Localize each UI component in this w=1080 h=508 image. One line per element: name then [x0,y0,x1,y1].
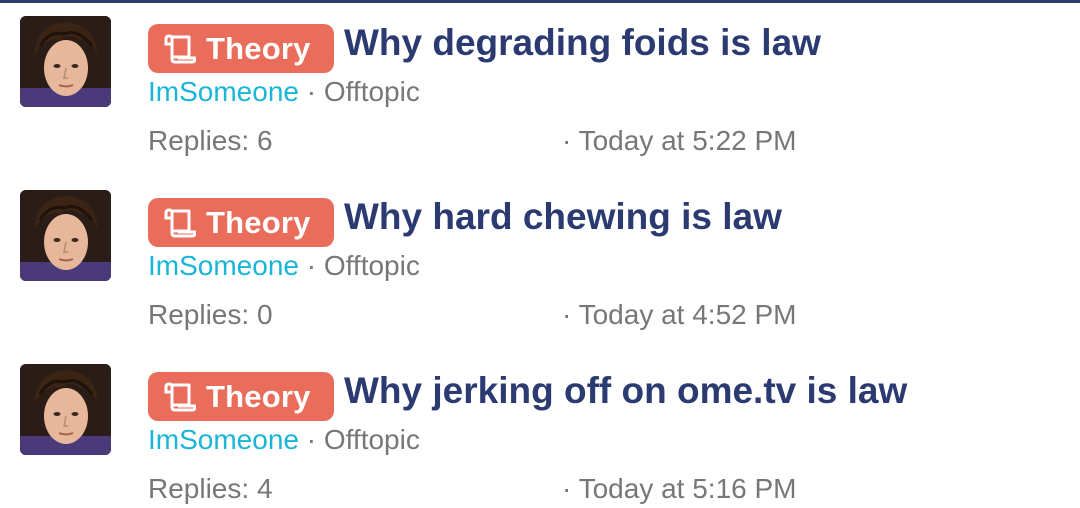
author-link[interactable]: ImSomeone [148,250,299,281]
meta-separator: · [306,76,324,107]
prefix-badge[interactable]: Theory [148,24,334,73]
replies-count: Replies: 4 [148,473,273,504]
prefix-badge[interactable]: Theory [148,198,334,247]
thread-item[interactable]: Theory Why degrading foids is law ImSome… [0,0,1080,170]
scroll-icon [162,381,197,413]
avatar[interactable] [20,190,111,281]
prefix-badge[interactable]: Theory [148,372,334,421]
thread-meta: ImSomeone · Offtopic [148,424,420,456]
thread-title-link[interactable]: Why degrading foids is law [344,22,821,64]
prefix-label: Theory [206,30,311,66]
thread-title-link[interactable]: Why jerking off on ome.tv is law [344,370,907,412]
thread-title-link[interactable]: Why hard chewing is law [344,196,782,238]
scroll-icon [162,33,197,65]
avatar[interactable] [20,16,111,107]
avatar[interactable] [20,364,111,455]
thread-item[interactable]: Theory Why hard chewing is law ImSomeone… [0,174,1080,344]
forum-link[interactable]: Offtopic [324,424,420,455]
thread-date[interactable]: · Today at 5:22 PM [562,125,797,157]
thread-date[interactable]: · Today at 5:16 PM [562,473,797,505]
thread-item[interactable]: Theory Why jerking off on ome.tv is law … [0,348,1080,508]
prefix-label: Theory [206,378,311,414]
scroll-icon [162,207,197,239]
author-link[interactable]: ImSomeone [148,76,299,107]
author-link[interactable]: ImSomeone [148,424,299,455]
forum-link[interactable]: Offtopic [324,76,420,107]
replies-count: Replies: 0 [148,299,273,330]
prefix-label: Theory [206,204,311,240]
forum-link[interactable]: Offtopic [324,250,420,281]
thread-date[interactable]: · Today at 4:52 PM [562,299,797,331]
replies-count: Replies: 6 [148,125,273,156]
meta-separator: · [306,250,324,281]
thread-meta: ImSomeone · Offtopic [148,250,420,282]
meta-separator: · [306,424,324,455]
thread-meta: ImSomeone · Offtopic [148,76,420,108]
